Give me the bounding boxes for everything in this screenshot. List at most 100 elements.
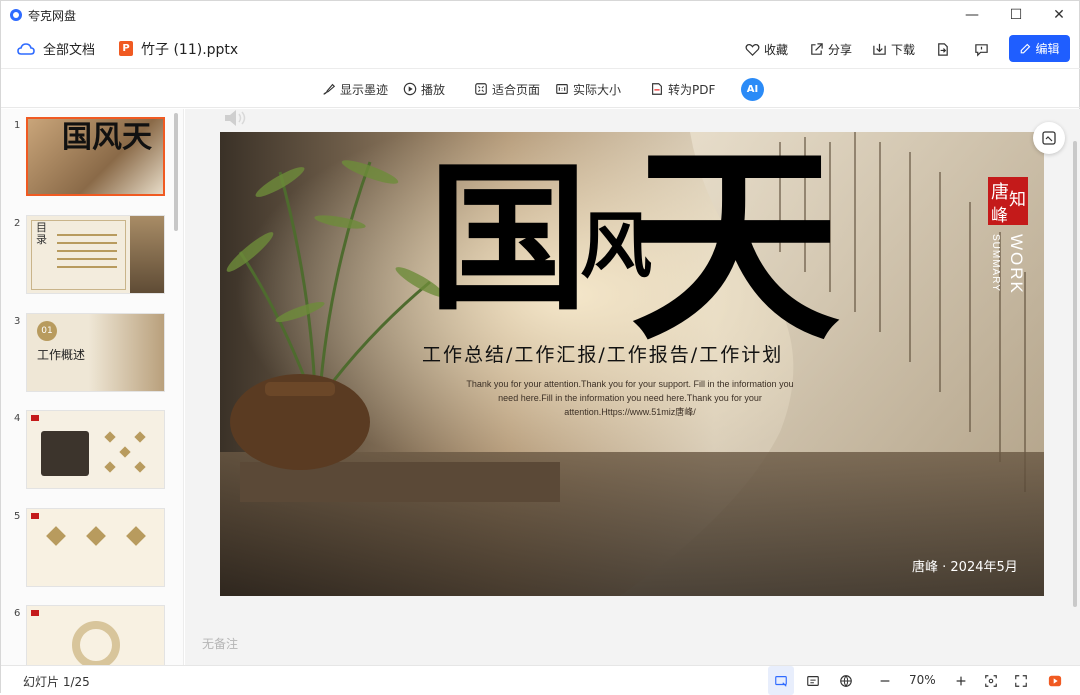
share-icon <box>811 42 823 55</box>
fit-page-label: 适合页面 <box>492 82 541 97</box>
favorite-label: 收藏 <box>764 42 789 57</box>
app-title: 夸克网盘 <box>28 8 77 23</box>
close-button[interactable]: ✕ <box>1037 1 1080 29</box>
slide-thumbnail-6[interactable] <box>26 605 165 665</box>
fit-screen-icon <box>985 674 997 687</box>
slide-thumbnail-3[interactable]: 01 工作概述 <box>26 313 165 392</box>
work-label: WORK <box>1007 234 1026 295</box>
body-line-3: attention.Https://www.51miz唐峰/ <box>564 407 696 417</box>
slide-thumbnail-2[interactable]: 目录 <box>26 215 165 294</box>
fullscreen-button[interactable] <box>1008 666 1034 695</box>
document-bar: 全部文档 P 竹子 (11).pptx 收藏 分享 下载 编辑 <box>1 29 1080 69</box>
download-button[interactable]: 下载 <box>872 29 915 69</box>
zoom-level[interactable]: 70% <box>909 673 936 687</box>
file-name: 竹子 (11).pptx <box>141 41 239 58</box>
thumbnail-diamond <box>126 526 146 546</box>
slide-thumbnail-5[interactable] <box>26 508 165 587</box>
zoom-out-button[interactable] <box>872 666 898 695</box>
minus-icon <box>880 679 890 682</box>
zoom-in-button[interactable] <box>948 666 974 695</box>
slide-body-text: Thank you for your attention.Thank you f… <box>442 377 818 419</box>
summary-label: SUMMARY <box>990 234 1001 292</box>
plus-icon <box>956 676 966 685</box>
notes-icon <box>807 675 819 686</box>
heart-icon <box>745 43 760 56</box>
thumbnail-title: 工作概述 <box>37 348 86 362</box>
fit-page-icon <box>475 83 487 95</box>
thumbnail-number: 2 <box>14 218 21 229</box>
web-view-button[interactable] <box>833 666 859 695</box>
download-label: 下载 <box>891 42 916 57</box>
thumbnail-title: 目录 <box>36 221 47 246</box>
actual-size-button[interactable]: 实际大小 <box>555 70 621 108</box>
seal-char-2: 知 <box>1009 190 1026 210</box>
red-seal: 唐 知 峰 <box>988 177 1028 226</box>
edit-button[interactable]: 编辑 <box>1009 35 1070 62</box>
fullscreen-icon <box>1015 674 1027 687</box>
play-label: 播放 <box>421 82 446 97</box>
current-slide: 国 风 天 工作总结/工作汇报/工作报告/工作计划 Thank you for … <box>220 132 1044 596</box>
pdf-icon <box>652 83 662 95</box>
fit-screen-button[interactable] <box>978 666 1004 695</box>
slide-thumbnail-panel: 1 国风天 2 目录 3 01 工作概述 4 5 6 <box>1 109 184 665</box>
floating-panel-button[interactable] <box>1033 122 1065 154</box>
convert-pdf-button[interactable]: 转为PDF <box>650 70 715 108</box>
app-window: 夸克网盘 — ☐ ✕ 全部文档 P 竹子 (11).pptx 收藏 分享 下载 <box>0 0 1080 695</box>
maximize-button[interactable]: ☐ <box>994 1 1038 29</box>
play-button[interactable]: 播放 <box>403 70 445 108</box>
thumbnail-number: 4 <box>14 413 21 424</box>
cloud-icon <box>17 42 35 55</box>
title-bar: 夸克网盘 — ☐ ✕ <box>1 1 1080 29</box>
thumbnail-tag <box>31 415 39 421</box>
thumbnail-number: 1 <box>14 120 21 131</box>
feedback-button[interactable] <box>974 29 989 69</box>
show-ink-button[interactable]: 显示墨迹 <box>322 70 388 108</box>
seal-char-3: 峰 <box>991 206 1008 226</box>
slide-subtitle: 工作总结/工作汇报/工作报告/工作计划 <box>422 344 784 366</box>
fit-page-button[interactable]: 适合页面 <box>474 70 540 108</box>
app-logo-icon <box>10 9 22 21</box>
thumbnail-diamond <box>86 526 106 546</box>
share-button[interactable]: 分享 <box>809 29 852 69</box>
title-char-guo: 国 <box>428 145 589 332</box>
globe-icon <box>840 674 852 687</box>
favorite-button[interactable]: 收藏 <box>745 29 788 69</box>
sidebar-scrollbar[interactable] <box>174 113 178 231</box>
thumbnail-tag <box>31 610 39 616</box>
main-scrollbar[interactable] <box>1073 141 1077 607</box>
section-badge: 01 <box>37 321 57 341</box>
thumbnail-image <box>41 431 89 476</box>
thumbnail-diagram <box>103 431 153 473</box>
actual-size-label: 实际大小 <box>573 82 622 97</box>
notes-view-button[interactable] <box>800 666 826 695</box>
body-line-2: need here.Fill in the information you ne… <box>498 393 762 403</box>
speaker-icon[interactable] <box>223 107 249 129</box>
thumbnail-tag <box>31 513 39 519</box>
status-bar: 幻灯片 1/25 70% <box>1 665 1080 695</box>
ai-assistant-button[interactable]: AI <box>741 78 764 101</box>
slide-view-icon <box>775 675 787 687</box>
pptx-file-icon: P <box>119 41 134 56</box>
minimize-button[interactable]: — <box>950 1 994 29</box>
slide-thumbnail-4[interactable] <box>26 410 165 489</box>
download-icon <box>873 43 886 55</box>
show-ink-label: 显示墨迹 <box>340 82 389 97</box>
all-docs-link[interactable]: 全部文档 <box>43 39 95 58</box>
slide-counter: 幻灯片 1/25 <box>23 675 90 689</box>
slide-thumbnail-1[interactable]: 国风天 <box>26 117 165 196</box>
toc-lines <box>57 228 117 274</box>
title-char-tian: 天 <box>630 132 841 369</box>
ink-pen-icon <box>323 83 336 95</box>
pencil-icon <box>1021 43 1031 53</box>
image-scan-icon <box>1042 131 1056 145</box>
thumbnail-title: 国风天 <box>62 120 152 155</box>
slideshow-button[interactable] <box>1042 666 1068 695</box>
edit-label: 编辑 <box>1035 42 1060 56</box>
feedback-icon <box>975 43 988 57</box>
normal-view-button[interactable] <box>768 666 794 695</box>
thumbnail-number: 3 <box>14 316 21 327</box>
share-label: 分享 <box>828 42 853 57</box>
export-button[interactable] <box>935 29 950 69</box>
thumbnail-donut <box>72 621 120 665</box>
notes-placeholder[interactable]: 无备注 <box>202 635 238 652</box>
